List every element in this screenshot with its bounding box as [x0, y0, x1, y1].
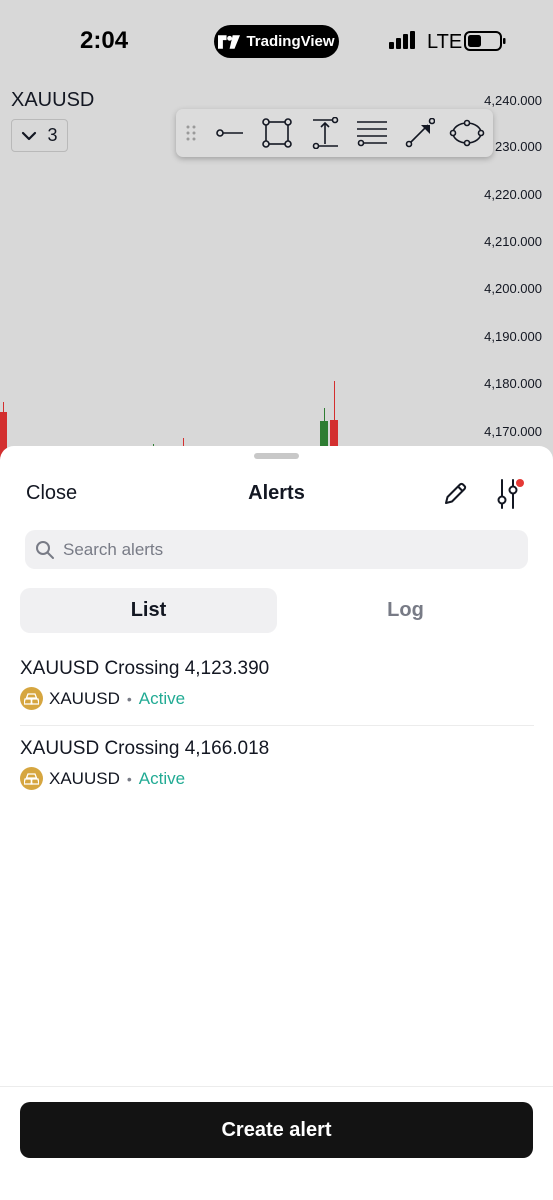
alert-title: XAUUSD Crossing 4,166.018	[20, 738, 270, 759]
parallel-channel-icon[interactable]	[348, 109, 396, 157]
price-label: 4,210.000	[484, 234, 542, 249]
notification-dot	[516, 479, 524, 487]
alerts-sheet: Close Alerts List Log XAUUSD Crossing 4,…	[0, 446, 553, 1200]
network-type: LTE	[427, 31, 463, 53]
ellipse-icon[interactable]	[443, 109, 491, 157]
dynamic-island: TradingView	[214, 25, 339, 58]
close-button[interactable]: Close	[26, 482, 77, 505]
status-bar: 2:04 TradingView LTE	[0, 0, 553, 84]
sheet-grabber[interactable]	[254, 453, 299, 459]
candle-wick	[324, 408, 325, 422]
status-time: 2:04	[80, 27, 129, 54]
chart-symbol[interactable]: XAUUSD	[11, 89, 94, 112]
island-brand-text: TradingView	[246, 33, 335, 50]
tab-log[interactable]: Log	[277, 588, 534, 633]
meta-separator: •	[126, 690, 132, 707]
battery-icon	[464, 31, 506, 51]
alert-title: XAUUSD Crossing 4,123.390	[20, 658, 270, 679]
segmented-control: List Log	[20, 588, 534, 633]
search-icon	[36, 540, 54, 559]
interval-toggle-button[interactable]: 3	[11, 119, 68, 152]
arrow-icon[interactable]	[396, 109, 443, 157]
price-label: 230.000	[495, 139, 542, 154]
price-label: 4,180.000	[484, 376, 542, 391]
horizontal-ray-icon[interactable]	[206, 109, 253, 157]
filter-settings-icon[interactable]	[495, 478, 525, 510]
bottom-divider	[0, 1086, 553, 1087]
rectangle-icon[interactable]	[253, 109, 301, 157]
interval-value: 3	[47, 125, 58, 145]
price-label: 4,190.000	[484, 329, 542, 344]
gold-bars-icon	[20, 767, 43, 790]
price-label: 4,240.000	[484, 93, 542, 108]
alert-item[interactable]: XAUUSD Crossing 4,166.018 XAUUSD • Activ…	[20, 726, 534, 806]
pencil-icon[interactable]	[441, 480, 469, 508]
chevron-down-icon	[22, 131, 37, 140]
price-label: 4,220.000	[484, 187, 542, 202]
chart-area[interactable]: XAUUSD 3 4,240.000 230.000 4,220.000 4,2…	[0, 84, 553, 464]
alert-symbol: XAUUSD	[49, 768, 120, 788]
meta-separator: •	[126, 770, 132, 787]
candle-wick	[3, 402, 4, 414]
alert-meta: XAUUSD • Active	[20, 687, 185, 710]
price-label: 4,170.000	[484, 424, 542, 439]
candle-wick	[334, 381, 335, 421]
alert-item[interactable]: XAUUSD Crossing 4,123.390 XAUUSD • Activ…	[20, 646, 534, 726]
cellular-signal-icon	[389, 31, 415, 49]
search-input[interactable]	[63, 539, 503, 560]
drag-handle-icon[interactable]	[176, 109, 206, 157]
create-alert-button[interactable]: Create alert	[20, 1102, 533, 1158]
price-range-icon[interactable]	[301, 109, 348, 157]
alert-status: Active	[138, 768, 186, 788]
drawing-toolbar	[176, 109, 493, 157]
alert-status: Active	[138, 688, 186, 708]
alert-symbol: XAUUSD	[49, 688, 120, 708]
gold-bars-icon	[20, 687, 43, 710]
search-box	[25, 530, 528, 569]
tab-list[interactable]: List	[20, 588, 277, 633]
sheet-header: Close Alerts	[0, 476, 553, 516]
tradingview-logo-icon	[218, 34, 241, 49]
sheet-title: Alerts	[248, 482, 305, 504]
price-label: 4,200.000	[484, 281, 542, 296]
alert-meta: XAUUSD • Active	[20, 767, 185, 790]
alerts-list: XAUUSD Crossing 4,123.390 XAUUSD • Activ…	[20, 646, 534, 806]
